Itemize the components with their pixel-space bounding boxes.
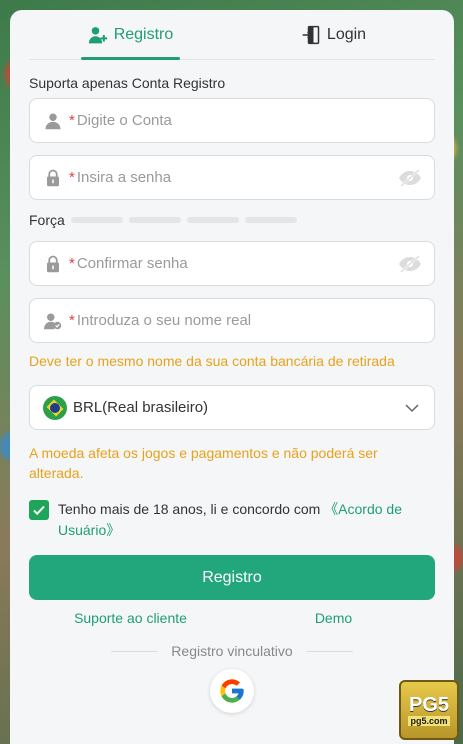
user-check-icon [43,311,63,331]
account-hint: Suporta apenas Conta Registro [29,75,226,91]
strength-bar [129,217,181,223]
strength-bar [187,217,239,223]
realname-input[interactable]: Introduza o seu nome real [77,312,422,329]
tab-registro[interactable]: Registro [29,10,232,60]
google-login-button[interactable] [210,669,254,713]
strength-label: Força [29,212,65,228]
account-input[interactable]: Digite o Conta [77,112,422,129]
strength-bar [245,217,297,223]
social-divider: Registro vinculativo [29,643,435,659]
eye-hidden-icon[interactable] [398,252,422,276]
social-divider-text: Registro vinculativo [171,643,293,659]
password-field[interactable]: * Insira a senha [29,155,435,200]
age-agreement: Tenho mais de 18 anos, li e concordo com… [29,499,435,541]
register-button[interactable]: Registro [29,555,435,600]
tab-registro-label: Registro [113,25,174,43]
customer-support-link[interactable]: Suporte ao cliente [29,610,232,632]
pg5-logo-badge[interactable]: PG5 pg5.com [399,680,459,740]
user-icon [43,111,63,131]
realname-field[interactable]: * Introduza o seu nome real [29,298,435,343]
confirm-password-input[interactable]: Confirmar senha [77,255,398,272]
required-mark: * [69,112,75,129]
tab-login[interactable]: Login [232,10,435,59]
required-mark: * [69,169,75,186]
user-plus-icon [88,26,107,43]
account-field[interactable]: * Digite o Conta [29,98,435,143]
tab-login-label: Login [326,25,367,43]
pg5-logo-text: PG5 [408,694,450,716]
currency-warning: A moeda afeta os jogos e pagamentos e nã… [29,445,378,481]
currency-value: BRL(Real brasileiro) [73,399,209,416]
divider-line [111,650,158,652]
required-mark: * [69,255,75,272]
footer-links: Suporte ao cliente Demo [29,610,435,632]
agree-text: Tenho mais de 18 anos, li e concordo com… [58,499,435,541]
required-mark: * [69,312,75,329]
lock-icon [43,254,63,274]
google-icon [220,679,244,703]
eye-hidden-icon[interactable] [398,166,422,190]
checkmark-icon [33,505,45,516]
login-door-icon [302,25,320,44]
register-modal: Registro Login Suporta apenas Conta Regi… [10,10,454,744]
agree-text-body: Tenho mais de 18 anos, li e concordo com [58,501,325,517]
confirm-password-field[interactable]: * Confirmar senha [29,241,435,286]
pg5-logo-domain: pg5.com [408,716,450,726]
password-input[interactable]: Insira a senha [77,169,398,186]
realname-warning: Deve ter o mesmo nome da sua conta bancá… [29,353,395,369]
agree-checkbox[interactable] [29,500,49,520]
chevron-down-icon [405,403,419,412]
currency-select[interactable]: BRL(Real brasileiro) [29,385,435,430]
auth-tabs: Registro Login [29,10,435,60]
brazil-flag-icon [43,395,67,420]
demo-link[interactable]: Demo [232,610,435,632]
password-strength: Força [29,211,435,229]
strength-bar [71,217,123,223]
divider-line [306,650,353,652]
lock-icon [43,168,63,188]
